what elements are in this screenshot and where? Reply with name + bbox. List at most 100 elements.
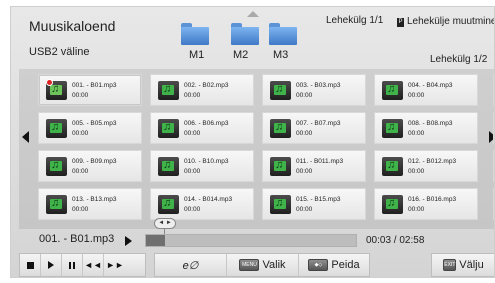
stop-icon [26,261,34,269]
control-bar: ◄◄ ►► e∅ MENU Valik ◆◇ Peida EXIT Välju [19,253,494,277]
hide-label: Peida [331,259,360,271]
music-file-icon [270,81,291,100]
file-name: 010. - B10.mp3 [184,158,229,165]
progress-bar-fill [146,235,165,246]
file-name: 011. - B011.mp3 [296,158,344,165]
music-file-icon [46,195,67,214]
file-grid: 001. - B01.mp3 00:00 002. - B02.mp3 00:0… [19,69,494,229]
progress-bar[interactable] [145,234,357,247]
file-duration: 00:00 [184,168,201,175]
music-file-icon [158,119,179,138]
playback-time: 00:03 / 02:58 [366,235,425,246]
folder-label: M1 [189,49,205,61]
folder-icon [181,23,209,45]
play-state-icon [125,236,132,246]
file-name: 005. - B05.mp3 [72,120,117,127]
file-duration: 00:00 [296,92,313,99]
now-playing-marker-icon [46,79,53,86]
pause-button[interactable] [62,254,83,276]
file-tile-8[interactable]: 008. - B08.mp3 00:00 [374,112,478,144]
file-duration: 00:00 [72,168,89,175]
file-duration: 00:00 [184,206,201,213]
file-tile-6[interactable]: 006. - B06.mp3 00:00 [150,112,254,144]
file-tile-16[interactable]: 016. - B016.mp3 00:00 [374,188,478,220]
file-duration: 00:00 [408,92,425,99]
file-tile-9[interactable]: 009. - B09.mp3 00:00 [38,150,142,182]
file-tile-13[interactable]: 013. - B13.mp3 00:00 [38,188,142,220]
scroll-up-arrow-icon[interactable] [247,11,259,17]
file-duration: 00:00 [184,130,201,137]
file-tile-10[interactable]: 010. - B10.mp3 00:00 [150,150,254,182]
rewind-button[interactable]: ◄◄ [83,254,104,276]
file-tile-11[interactable]: 011. - B011.mp3 00:00 [262,150,366,182]
music-file-icon [382,195,403,214]
file-tile-7[interactable]: 007. - B07.mp3 00:00 [262,112,366,144]
option-controls: e∅ MENU Valik ◆◇ Peida [154,253,370,277]
file-duration: 00:00 [408,130,425,137]
folder-label: M2 [233,49,249,61]
energy-mode-button[interactable]: e∅ [155,254,227,276]
file-name: 012. - B012.mp3 [408,158,457,165]
file-name: 004. - B04.mp3 [408,82,453,89]
file-tile-4[interactable]: 004. - B04.mp3 00:00 [374,74,478,106]
transport-controls: ◄◄ ►► [19,253,146,277]
file-name: 001. - B01.mp3 [72,82,117,89]
energy-mode-label: e∅ [182,259,199,272]
file-tile-3[interactable]: 003. - B03.mp3 00:00 [262,74,366,106]
music-file-icon [46,119,67,138]
source-device-label: USB2 väline [29,46,90,58]
file-name: 013. - B13.mp3 [72,196,117,203]
exit-control: EXIT Välju [431,253,494,277]
stop-button[interactable] [20,254,41,276]
file-name: 014. - B014.mp3 [184,196,233,203]
file-tile-14[interactable]: 014. - B014.mp3 00:00 [150,188,254,220]
fast-forward-button[interactable]: ►► [104,254,146,276]
hide-key-icon: ◆◇ [308,259,329,271]
page-change-label: Lehekülje muutmine [407,16,495,27]
folder-icon [269,23,297,45]
file-name: 002. - B02.mp3 [184,82,229,89]
folder-m3[interactable]: M3 [269,23,329,61]
file-name: 006. - B06.mp3 [184,120,229,127]
page-change-hint: P Lehekülje muutmine [397,16,495,27]
hide-button[interactable]: ◆◇ Peida [299,254,369,276]
previous-page-arrow-icon[interactable] [22,131,29,143]
play-button[interactable] [41,254,62,276]
file-duration: 00:00 [72,92,89,99]
file-duration: 00:00 [72,130,89,137]
music-file-icon [158,195,179,214]
music-file-icon [158,81,179,100]
select-button[interactable]: MENU Valik [227,254,299,276]
file-duration: 00:00 [72,206,89,213]
music-file-icon [382,81,403,100]
p-key-icon: P [397,18,404,27]
now-playing-title: 001. - B01.mp3 [39,233,115,245]
exit-label: Välju [459,259,484,271]
folder-label: M3 [273,49,289,61]
next-page-arrow-icon[interactable] [489,131,494,143]
file-tile-15[interactable]: 015. - B15.mp3 00:00 [262,188,366,220]
file-name: 003. - B03.mp3 [296,82,341,89]
exit-button[interactable]: EXIT Välju [432,254,494,276]
fast-forward-icon: ►► [106,260,124,270]
music-file-icon [270,119,291,138]
file-tile-12[interactable]: 012. - B012.mp3 00:00 [374,150,478,182]
file-tile-1[interactable]: 001. - B01.mp3 00:00 [38,74,142,106]
play-icon [48,261,54,269]
file-duration: 00:00 [296,168,313,175]
music-file-icon [46,157,67,176]
rewind-icon: ◄◄ [84,260,102,270]
music-file-icon [382,119,403,138]
page-indicator: Lehekülg 1/2 [430,54,488,65]
file-name: 009. - B09.mp3 [72,158,117,165]
music-file-icon [270,195,291,214]
file-duration: 00:00 [296,130,313,137]
exit-key-icon: EXIT [443,259,457,271]
file-duration: 00:00 [408,168,425,175]
file-name: 007. - B07.mp3 [296,120,341,127]
file-tile-2[interactable]: 002. - B02.mp3 00:00 [150,74,254,106]
music-file-icon [158,157,179,176]
pause-icon [69,261,75,269]
music-file-icon [270,157,291,176]
file-tile-5[interactable]: 005. - B05.mp3 00:00 [38,112,142,144]
